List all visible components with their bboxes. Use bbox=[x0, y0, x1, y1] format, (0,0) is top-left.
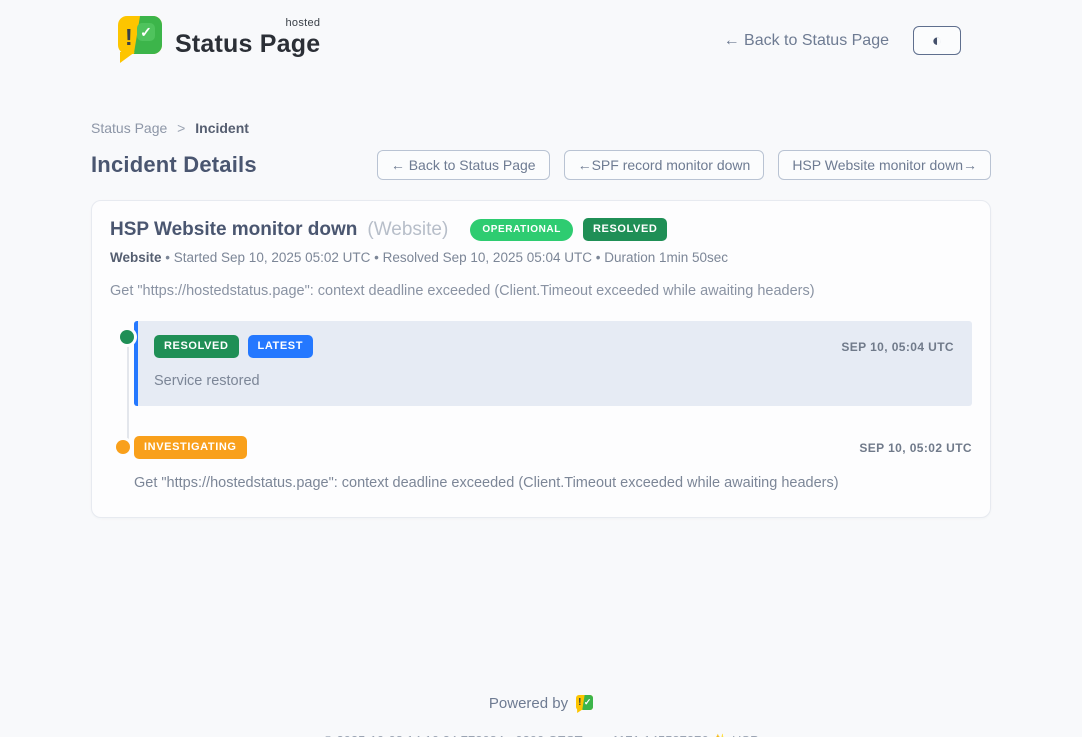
incident-component: (Website) bbox=[367, 219, 448, 241]
timeline-dot-resolved-icon bbox=[120, 330, 134, 344]
incident-title: HSP Website monitor down bbox=[110, 219, 357, 241]
breadcrumb-separator: > bbox=[177, 120, 185, 136]
next-incident-button[interactable]: HSP Website monitor down→ bbox=[778, 150, 991, 180]
breadcrumb-status-page[interactable]: Status Page bbox=[91, 120, 167, 136]
timeline-dot-investigating-icon bbox=[116, 440, 130, 454]
footer: Powered by ✓ ! © 2025-10-08 14:10:34.772… bbox=[91, 694, 991, 737]
footer-brand: HSP bbox=[732, 733, 759, 737]
meta-details: • Started Sep 10, 2025 05:02 UTC • Resol… bbox=[165, 250, 728, 265]
timeline-update-resolved: RESOLVED LATEST SEP 10, 05:04 UTC Servic… bbox=[134, 321, 972, 406]
prev-incident-button[interactable]: ←SPF record monitor down bbox=[564, 150, 765, 180]
update-resolved-badge: RESOLVED bbox=[154, 335, 239, 358]
header-back-link[interactable]: ← Back to Status Page bbox=[724, 32, 889, 50]
app-logo[interactable]: ! ✓ hosted Status Page bbox=[118, 14, 320, 64]
checkmark-icon: ✓ bbox=[137, 23, 155, 41]
exclamation-icon: ! bbox=[125, 24, 133, 51]
header: ! ✓ hosted Status Page ← Back to Status … bbox=[0, 0, 1082, 72]
copyright-line: © 2025-10-08 14:10:34.772084 +0200 CEST … bbox=[91, 733, 991, 737]
footer-logo-icon[interactable]: ✓ ! bbox=[576, 694, 593, 713]
incident-nav-buttons: ← Back to Status Page ←SPF record monito… bbox=[377, 150, 991, 180]
incident-description: Get "https://hostedstatus.page": context… bbox=[110, 283, 972, 299]
incident-meta: Website • Started Sep 10, 2025 05:02 UTC… bbox=[110, 250, 972, 265]
theme-toggle-button[interactable]: ◐ bbox=[913, 26, 961, 55]
powered-by-label: Powered by bbox=[489, 695, 568, 712]
contrast-half-circle-icon: ◐ bbox=[932, 32, 942, 49]
timeline-connector-line bbox=[127, 343, 129, 443]
update-timestamp: SEP 10, 05:02 UTC bbox=[859, 441, 972, 455]
update-investigating-badge: INVESTIGATING bbox=[134, 436, 247, 459]
copyright-text: © 2025-10-08 14:10:34.772084 +0200 CEST … bbox=[323, 733, 708, 737]
update-message: Service restored bbox=[154, 373, 954, 389]
logo-hosted-label: hosted bbox=[285, 17, 320, 29]
resolved-state-badge: RESOLVED bbox=[583, 218, 668, 241]
sparkles-icon: ✨ bbox=[712, 733, 728, 737]
status-page-logo-icon: ! ✓ bbox=[118, 14, 162, 64]
update-latest-badge: LATEST bbox=[248, 335, 314, 358]
update-message: Get "https://hostedstatus.page": context… bbox=[134, 475, 972, 491]
page-title: Incident Details bbox=[91, 152, 257, 178]
breadcrumb: Status Page > Incident bbox=[91, 120, 991, 136]
breadcrumb-incident: Incident bbox=[195, 120, 249, 136]
timeline-update-investigating: INVESTIGATING SEP 10, 05:02 UTC Get "htt… bbox=[134, 436, 972, 491]
logo-text: Status Page bbox=[175, 30, 320, 58]
meta-component: Website bbox=[110, 250, 162, 265]
back-to-status-page-button[interactable]: ← Back to Status Page bbox=[377, 150, 550, 180]
incident-timeline: RESOLVED LATEST SEP 10, 05:04 UTC Servic… bbox=[110, 321, 972, 491]
incident-card: HSP Website monitor down (Website) OPERA… bbox=[91, 200, 991, 518]
update-timestamp: SEP 10, 05:04 UTC bbox=[841, 340, 954, 354]
operational-status-badge: OPERATIONAL bbox=[470, 219, 573, 241]
